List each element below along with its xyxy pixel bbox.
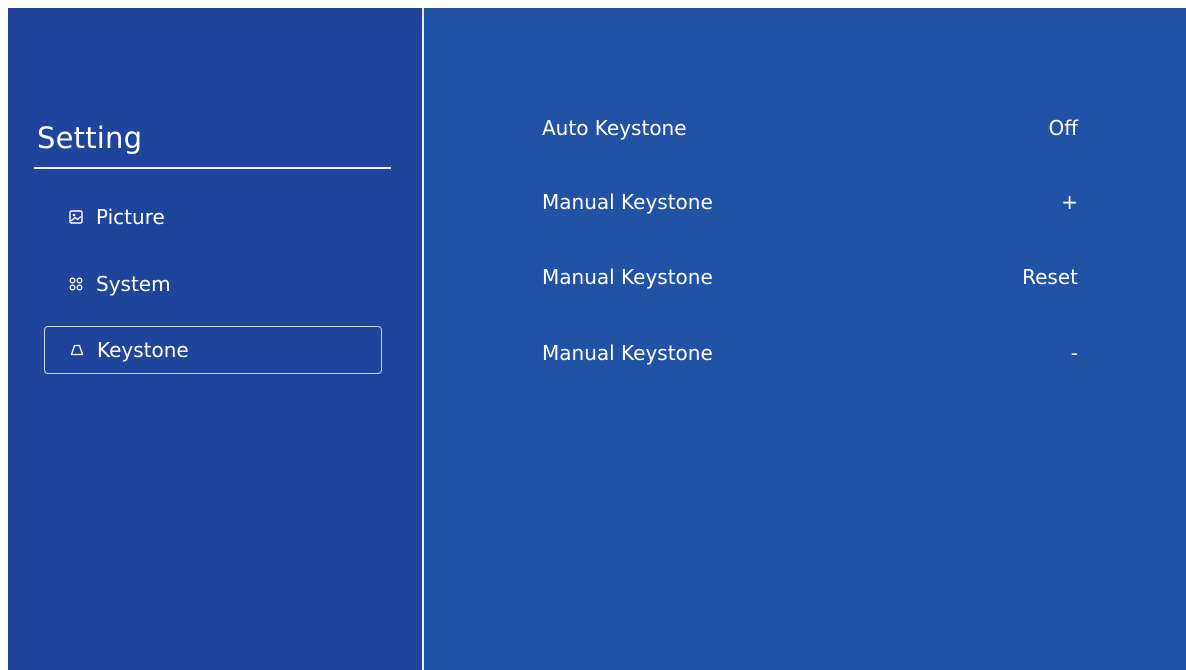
setting-label: Manual Keystone [542,341,713,365]
setting-value[interactable]: + [1061,190,1078,214]
setting-row-manual-keystone-plus[interactable]: Manual Keystone + [542,186,1078,218]
sidebar-item-picture[interactable]: Picture [44,193,382,241]
setting-row-manual-keystone-minus[interactable]: Manual Keystone - [542,337,1078,369]
sidebar-item-label: Keystone [97,338,189,362]
sidebar-item-label: Picture [96,205,165,229]
title-underline [34,167,391,169]
sidebar: Setting Picture System Keystone [8,8,422,670]
setting-value[interactable]: - [1071,341,1078,365]
panel-divider [422,8,424,670]
keystone-trapezoid-icon [69,342,85,358]
sidebar-item-label: System [96,272,171,296]
setting-label: Auto Keystone [542,116,687,140]
setting-value[interactable]: Reset [1022,265,1078,289]
apps-grid-icon [68,276,84,292]
page-title: Setting [37,121,143,155]
sidebar-item-system[interactable]: System [44,260,382,308]
setting-label: Manual Keystone [542,190,713,214]
setting-row-manual-keystone-reset[interactable]: Manual Keystone Reset [542,261,1078,293]
sidebar-item-keystone[interactable]: Keystone [44,326,382,374]
setting-value[interactable]: Off [1048,116,1078,140]
setting-row-auto-keystone[interactable]: Auto Keystone Off [542,112,1078,144]
settings-screen: Setting Picture System Keystone Auto Key… [8,8,1186,670]
picture-icon [68,209,84,225]
setting-label: Manual Keystone [542,265,713,289]
